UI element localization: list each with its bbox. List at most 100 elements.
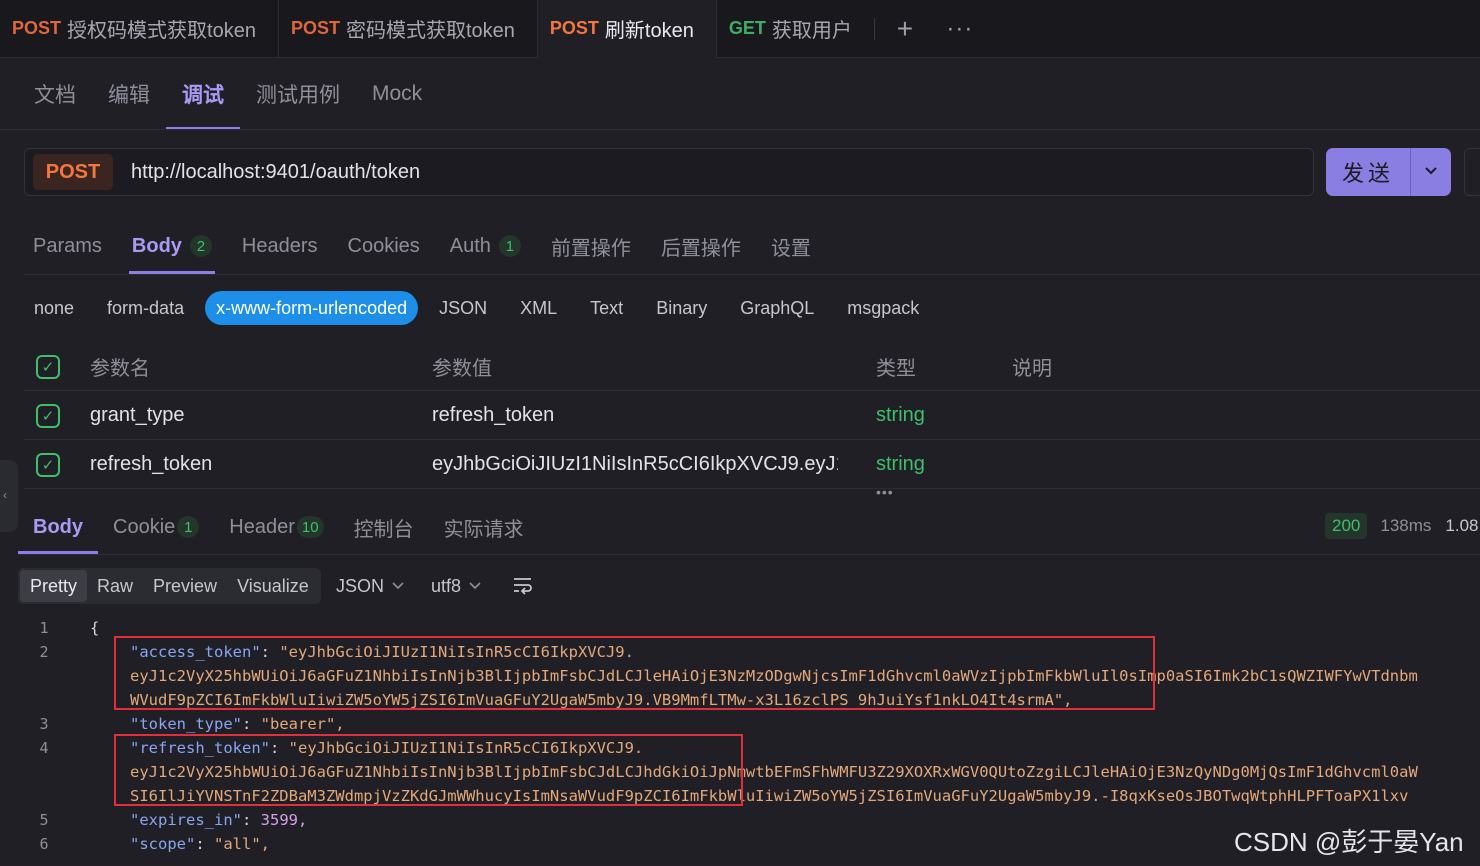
param-name-input[interactable]: grant_type [90,391,185,440]
status-badge: 200 [1325,513,1368,539]
divider [24,274,1480,275]
view-preview[interactable]: Preview [143,570,227,602]
body-type-xml[interactable]: XML [508,291,569,325]
param-type-select[interactable]: string [876,391,925,440]
tab-label: Auth [449,234,491,257]
tab-test-cases[interactable]: 测试用例 [240,58,356,130]
method-label: POST [290,18,340,38]
resize-handle-icon[interactable]: ••• [876,484,894,500]
tab-settings[interactable]: 设置 [756,218,826,274]
response-tab-bar: Body Cookie 1 Header 10 控制台 实际请求 [18,500,539,554]
tab-label: Header [229,515,295,538]
chevron-down-icon [392,579,404,593]
highlight-box [114,636,1155,710]
response-tab-actual-request[interactable]: 实际请求 [429,500,539,554]
select-all-checkbox[interactable]: ✓ [36,354,60,379]
body-type-binary[interactable]: Binary [644,291,719,325]
checkbox-cell: ✓ [36,391,60,440]
tab-debug[interactable]: 调试 [166,58,240,130]
line-number: 6 [39,835,49,853]
send-button-label: 发送 [1341,161,1394,186]
format-select[interactable]: JSON [336,572,404,600]
select-all-cell: ✓ [36,342,60,391]
request-sub-tabs: Params Body 2 Headers Cookies Auth 1 前置操作 … [18,218,826,274]
tab-params[interactable]: Params [18,218,117,274]
table-header-row: ✓ 参数名 参数值 类型 说明 [24,342,1480,391]
divider [0,129,1480,130]
param-name-input[interactable]: refresh_token [90,440,212,489]
body-type-urlencoded[interactable]: x-www-form-urlencoded [205,291,419,325]
request-tab-auth-code[interactable]: POST 授权码模式获取token [0,0,279,58]
column-header-desc: 说明 [1012,358,1052,380]
line-number: 5 [39,811,49,829]
body-type-text[interactable]: Text [578,291,635,325]
json-value: "bearer", [260,715,345,733]
param-value-input[interactable]: refresh_token [432,391,838,440]
tab-label: Cookie [113,515,176,538]
send-button[interactable]: 发送 [1326,148,1451,196]
request-tab-refresh[interactable]: POST 刷新token [537,0,717,58]
highlight-box [114,734,743,806]
collapse-handle[interactable]: ‹ [0,460,18,532]
tab-edit[interactable]: 编辑 [92,58,166,130]
method-label: POST [12,18,62,38]
tab-label: 控制台 [353,518,414,541]
tab-label: Params [33,234,102,257]
view-visualize[interactable]: Visualize [227,570,319,602]
param-type-select[interactable]: string [876,440,925,489]
chevron-down-icon[interactable] [1411,163,1451,181]
json-value: 3599, [260,811,308,829]
code-text: "scope": "all", [130,835,270,853]
method-select[interactable]: POST [33,154,113,190]
params-table: ✓ 参数名 参数值 类型 说明 ✓ grant_type refresh_tok… [24,342,1480,489]
request-tab-label: 获取用户 [771,20,852,42]
response-tab-header[interactable]: Header 10 [214,500,338,554]
request-tab-label: 密码模式获取token [345,20,515,42]
tab-label: 设置 [770,237,811,260]
tab-label: 前置操作 [550,237,631,260]
json-value: "all", [214,835,270,853]
tab-label: Body [33,515,83,538]
body-type-graphql[interactable]: GraphQL [728,291,826,325]
request-tab-password[interactable]: POST 密码模式获取token [279,0,538,58]
add-tab-icon[interactable]: + [875,13,935,45]
tab-post-processors[interactable]: 后置操作 [646,218,756,274]
save-button[interactable] [1464,148,1480,196]
mode-tab-bar: 文档 编辑 调试 测试用例 Mock [18,58,438,130]
response-tab-body[interactable]: Body [18,500,98,554]
body-type-none[interactable]: none [22,291,86,325]
tab-auth[interactable]: Auth 1 [435,218,536,274]
code-text: "expires_in": 3599, [130,811,308,829]
tab-body[interactable]: Body 2 [117,218,227,274]
tab-mock[interactable]: Mock [356,58,438,130]
row-checkbox[interactable]: ✓ [36,452,60,477]
param-value-input[interactable]: eyJhbGciOiJIUzI1NiIsInR5cCI6IkpXVCJ9.eyJ… [432,440,838,489]
body-type-form-data[interactable]: form-data [95,291,196,325]
response-tab-cookie[interactable]: Cookie 1 [98,500,214,554]
code-text: "token_type": "bearer", [130,715,345,733]
count-badge: 10 [296,516,324,538]
watermark: CSDN @彭于晏Yan [1234,827,1464,857]
body-type-selector: none form-data x-www-form-urlencoded JSO… [22,290,940,326]
url-input[interactable]: http://localhost:9401/oauth/token [131,161,420,184]
count-badge: 1 [177,516,200,538]
count-badge: 1 [498,235,521,257]
request-tab-get-user[interactable]: GET 获取用户 [717,0,874,58]
tab-docs[interactable]: 文档 [18,58,92,130]
view-raw[interactable]: Raw [87,570,143,602]
request-tab-bar: POST 授权码模式获取token POST 密码模式获取token POST … [0,0,1480,58]
encoding-select[interactable]: utf8 [431,572,481,600]
table-row: ✓ refresh_token eyJhbGciOiJIUzI1NiIsInR5… [24,440,1480,489]
line-number: 1 [39,619,49,637]
row-checkbox[interactable]: ✓ [36,403,60,428]
response-tab-console[interactable]: 控制台 [339,500,429,554]
word-wrap-icon[interactable] [512,574,534,596]
more-icon[interactable]: ··· [935,15,985,43]
body-type-msgpack[interactable]: msgpack [835,291,931,325]
tab-pre-processors[interactable]: 前置操作 [536,218,646,274]
tab-cookies[interactable]: Cookies [333,218,435,274]
view-pretty[interactable]: Pretty [20,570,88,602]
tab-headers[interactable]: Headers [227,218,333,274]
tab-label: Cookies [347,234,420,257]
body-type-json[interactable]: JSON [427,291,499,325]
